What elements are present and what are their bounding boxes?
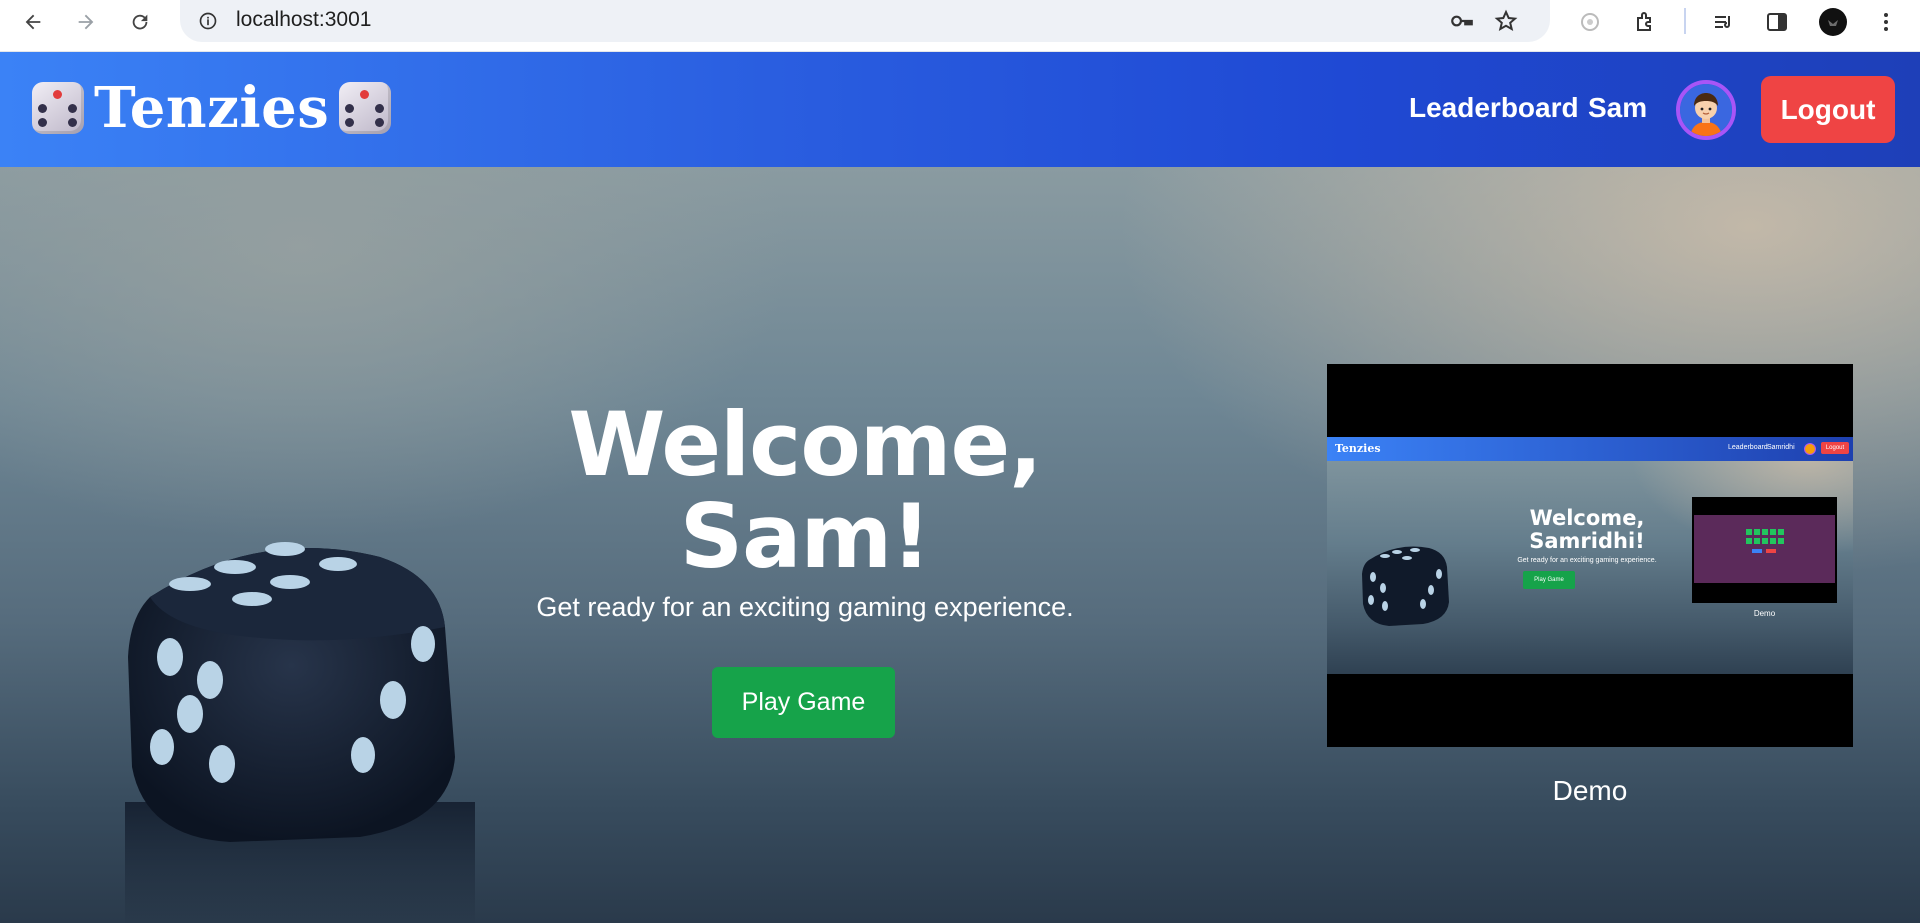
- demo-caption: Demo: [1552, 775, 1628, 806]
- brand-logo[interactable]: Tenzies: [32, 75, 392, 141]
- dice-icon: [339, 82, 392, 134]
- profile-icon[interactable]: [1815, 4, 1851, 40]
- demo-preview-username: Samridhi: [1767, 444, 1795, 451]
- back-arrow-icon[interactable]: [15, 4, 51, 40]
- dice-icon: [32, 82, 84, 134]
- hero-subtitle: Get ready for an exciting gaming experie…: [536, 592, 1074, 622]
- toolbar-divider: [1684, 8, 1686, 34]
- menu-kebab-icon[interactable]: [1868, 4, 1904, 40]
- demo-preview-welcome-name: Samridhi!: [1529, 529, 1645, 553]
- play-game-button[interactable]: Play Game: [712, 667, 895, 738]
- demo-preview-dice: [1362, 546, 1449, 626]
- demo-preview-video: [1692, 497, 1837, 603]
- logout-button[interactable]: Logout: [1761, 76, 1895, 143]
- demo-preview-navbar: Tenzies Leaderboard Samridhi Logout: [1327, 437, 1853, 461]
- nav-username-link[interactable]: Sam: [1588, 92, 1647, 124]
- demo-preview-leaderboard: Leaderboard: [1728, 444, 1768, 451]
- demo-preview-brand: Tenzies: [1335, 442, 1381, 455]
- demo-preview-play-button: Play Game: [1523, 571, 1575, 589]
- demo-preview-welcome-line: Welcome,: [1529, 506, 1645, 530]
- brand-title: Tenzies: [94, 75, 330, 141]
- demo-video[interactable]: Tenzies Leaderboard Samridhi Logout Welc…: [1327, 364, 1853, 747]
- welcome-heading: Welcome, Sam!: [500, 399, 1110, 583]
- demo-preview-avatar: [1804, 443, 1816, 455]
- avatar[interactable]: [1676, 80, 1736, 140]
- app-navbar: Tenzies Leaderboard Sam Logout: [0, 52, 1920, 167]
- bookmark-star-icon[interactable]: [1490, 5, 1522, 37]
- address-bar[interactable]: localhost:3001: [180, 0, 1550, 42]
- password-key-icon[interactable]: [1446, 5, 1478, 37]
- welcome-username: Sam!: [679, 485, 932, 588]
- extensions-icon[interactable]: [1627, 4, 1663, 40]
- demo-preview-video-content: [1694, 515, 1835, 583]
- reload-icon[interactable]: [122, 4, 158, 40]
- url-text[interactable]: localhost:3001: [236, 8, 371, 32]
- welcome-line: Welcome,: [568, 393, 1042, 496]
- dice-photo: [125, 542, 475, 923]
- site-info-icon[interactable]: [194, 7, 222, 35]
- browser-toolbar: localhost:3001: [0, 0, 1920, 52]
- demo-preview-caption: Demo: [1753, 609, 1776, 618]
- hero-section: Welcome, Sam! Get ready for an exciting …: [0, 167, 1920, 923]
- demo-preview-subtitle: Get ready for an exciting gaming experie…: [1517, 557, 1657, 564]
- demo-video-frame: Tenzies Leaderboard Samridhi Logout Welc…: [1327, 437, 1853, 674]
- reading-list-icon[interactable]: [1706, 4, 1742, 40]
- forward-arrow-icon[interactable]: [68, 4, 104, 40]
- demo-preview-logout: Logout: [1821, 442, 1849, 454]
- side-panel-icon[interactable]: [1759, 4, 1795, 40]
- nav-leaderboard-link[interactable]: Leaderboard: [1409, 92, 1579, 124]
- demo-preview-welcome: Welcome, Samridhi!: [1472, 507, 1702, 553]
- lens-icon[interactable]: [1572, 4, 1608, 40]
